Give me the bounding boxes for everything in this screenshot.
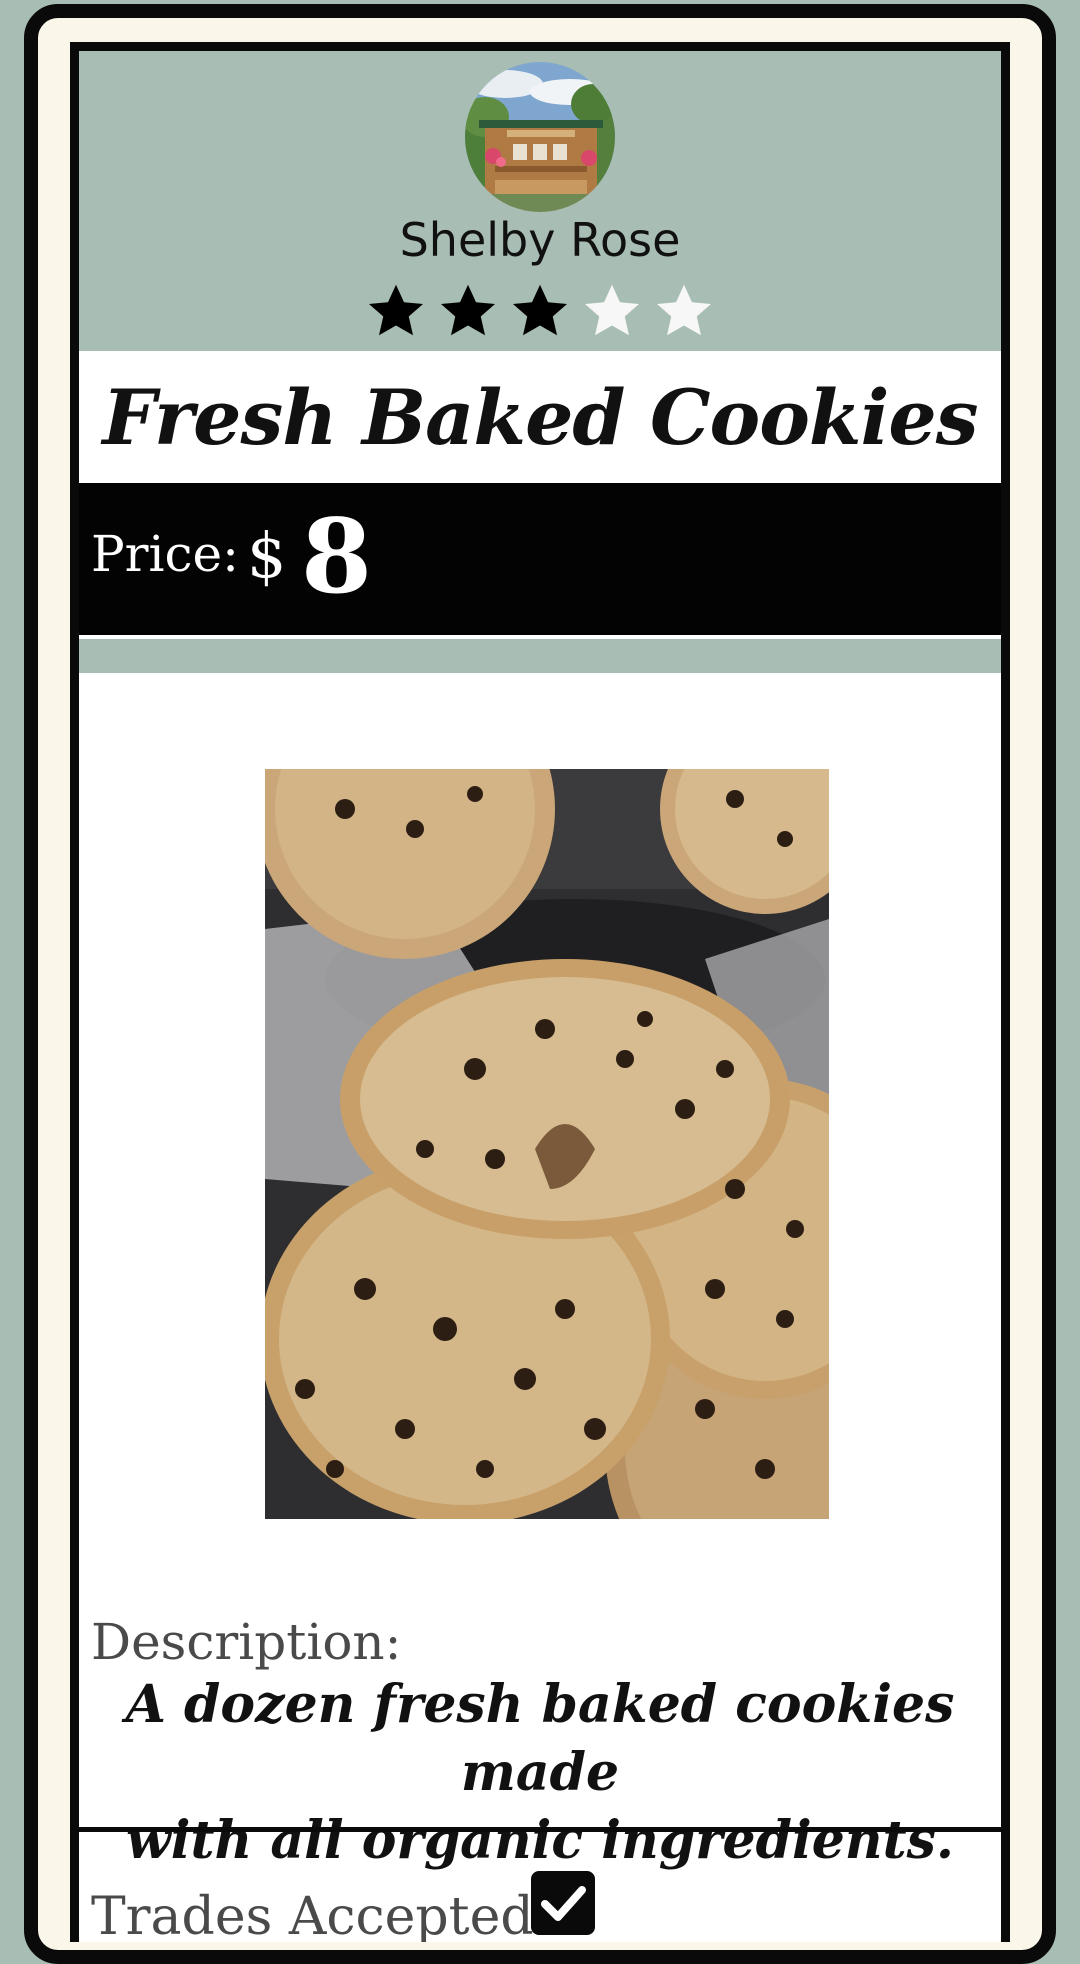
- description-text: A dozen fresh baked cookies made with al…: [79, 1671, 1001, 1875]
- listing-title: Fresh Baked Cookies: [102, 372, 978, 462]
- seller-name: Shelby Rose: [399, 213, 681, 267]
- listing-card: Shelby Rose Fresh Baked Cookies Price: $…: [70, 42, 1010, 1942]
- seller-rating: [79, 281, 1001, 341]
- star-filled-icon: [513, 284, 567, 336]
- star-empty-icon: [657, 284, 711, 336]
- checkmark-icon: [541, 1886, 586, 1921]
- cookies-photo-icon: [265, 769, 829, 1519]
- description-line-2: with all organic ingredients.: [125, 1810, 954, 1871]
- star-filled-icon: [369, 284, 423, 336]
- section-divider: [79, 639, 1001, 673]
- seller-avatar[interactable]: [465, 62, 615, 212]
- market-stand-icon: [465, 62, 615, 212]
- title-bar: Fresh Baked Cookies: [79, 351, 1001, 483]
- seller-header: Shelby Rose: [79, 51, 1001, 351]
- trades-accepted-label: Trades Accepted?: [91, 1887, 562, 1942]
- price-bar: Price: $ 8: [79, 483, 1001, 635]
- listing-photo[interactable]: [265, 769, 829, 1519]
- price-label: Price:: [91, 525, 239, 583]
- trades-accepted-checkbox[interactable]: [531, 1871, 595, 1935]
- price-value: 8: [301, 497, 372, 617]
- description-line-1: A dozen fresh baked cookies made: [125, 1674, 955, 1803]
- star-filled-icon: [441, 284, 495, 336]
- star-empty-icon: [585, 284, 639, 336]
- price-currency: $: [247, 519, 287, 592]
- description-label: Description:: [91, 1613, 402, 1671]
- divider: [79, 1827, 1001, 1832]
